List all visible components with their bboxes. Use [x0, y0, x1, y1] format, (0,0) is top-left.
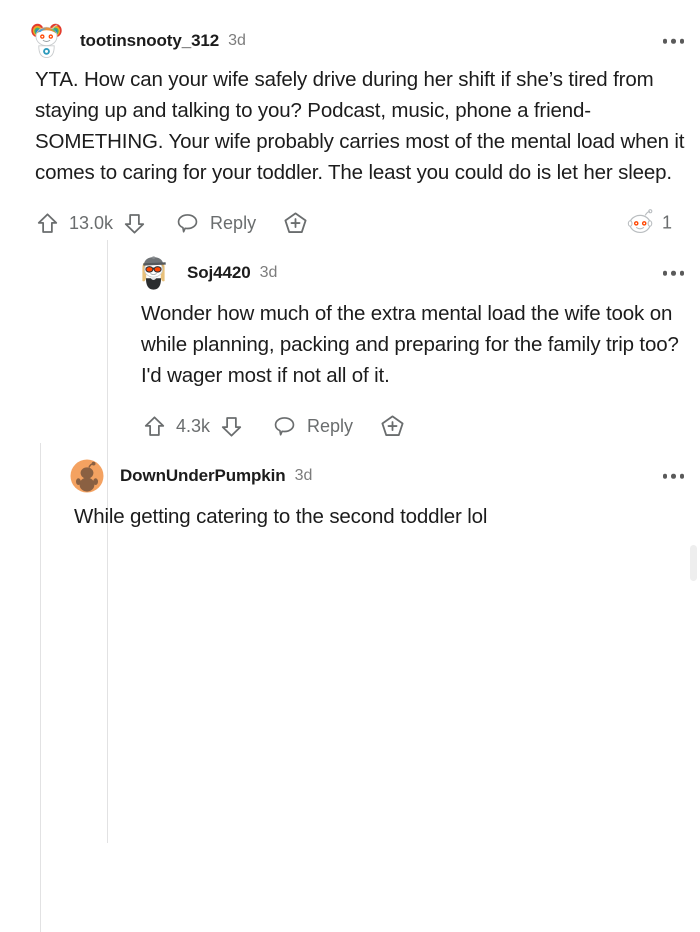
comment-header: tootinsnooty_312 3d	[28, 22, 686, 60]
dot-icon	[662, 473, 667, 479]
comment-header: DownUnderPumpkin 3d	[68, 457, 686, 495]
dot-icon	[679, 270, 684, 276]
comment-tootinsnooty_312: tootinsnooty_312 3d YTA. How can your wi…	[0, 0, 700, 240]
dot-icon	[671, 473, 676, 479]
reply-label: Reply	[307, 415, 354, 436]
award-count: 1	[661, 212, 672, 233]
comment-author[interactable]: Soj4420	[187, 263, 251, 283]
comment-action-bar: 13.0k Reply 1	[35, 206, 686, 240]
avatar-orange-snoo[interactable]	[68, 457, 106, 495]
dot-icon	[662, 270, 667, 276]
upvote-icon[interactable]	[142, 414, 167, 439]
comment-DownUnderPumpkin: DownUnderPumpkin 3d While getting cateri…	[40, 443, 700, 932]
vote-score: 4.3k	[176, 415, 211, 436]
dot-icon	[662, 38, 667, 44]
comment-body: YTA. How can your wife safely drive duri…	[35, 68, 690, 184]
vote-group: 13.0k	[35, 211, 147, 236]
comment-thread: tootinsnooty_312 3d YTA. How can your wi…	[0, 0, 700, 932]
dot-icon	[671, 38, 676, 44]
vote-group: 4.3k	[142, 414, 244, 439]
comment-Soj4420: Soj4420 3d Wonder how much of the extra …	[107, 240, 700, 843]
comment-author[interactable]: tootinsnooty_312	[80, 31, 219, 51]
reply-button[interactable]: Reply	[272, 414, 353, 439]
comment-timestamp: 3d	[259, 264, 278, 281]
comment-body: Wonder how much of the extra mental load…	[141, 302, 685, 387]
comment-author[interactable]: DownUnderPumpkin	[120, 466, 286, 486]
comment-bubble-icon	[177, 213, 198, 233]
overflow-menu-button[interactable]	[661, 33, 687, 50]
comment-action-bar: 4.3k Reply	[142, 409, 686, 443]
comment-timestamp: 3d	[294, 467, 313, 484]
dot-icon	[679, 473, 684, 479]
avatar-capped-snoo[interactable]	[135, 254, 173, 292]
comment-bubble-icon	[274, 416, 295, 436]
dot-icon	[679, 38, 684, 44]
give-award-button[interactable]	[282, 210, 309, 237]
downvote-icon[interactable]	[122, 211, 147, 236]
award-badge[interactable]: 1	[626, 209, 672, 238]
reply-label: Reply	[210, 212, 257, 233]
upvote-icon[interactable]	[35, 211, 60, 236]
comment-header: Soj4420 3d	[135, 254, 686, 292]
downvote-icon[interactable]	[219, 414, 244, 439]
overflow-menu-button[interactable]	[661, 468, 687, 485]
give-award-button[interactable]	[379, 413, 406, 440]
comment-timestamp: 3d	[228, 32, 246, 49]
reply-button[interactable]: Reply	[175, 211, 256, 236]
snoo-award-icon	[627, 209, 653, 234]
avatar-rainbow-snoo[interactable]	[28, 22, 66, 60]
dot-icon	[671, 270, 676, 276]
overflow-menu-button[interactable]	[661, 265, 687, 282]
comment-body: While getting catering to the second tod…	[74, 505, 488, 528]
vote-score: 13.0k	[69, 212, 114, 233]
page-scrollbar-thumb[interactable]	[690, 545, 697, 581]
